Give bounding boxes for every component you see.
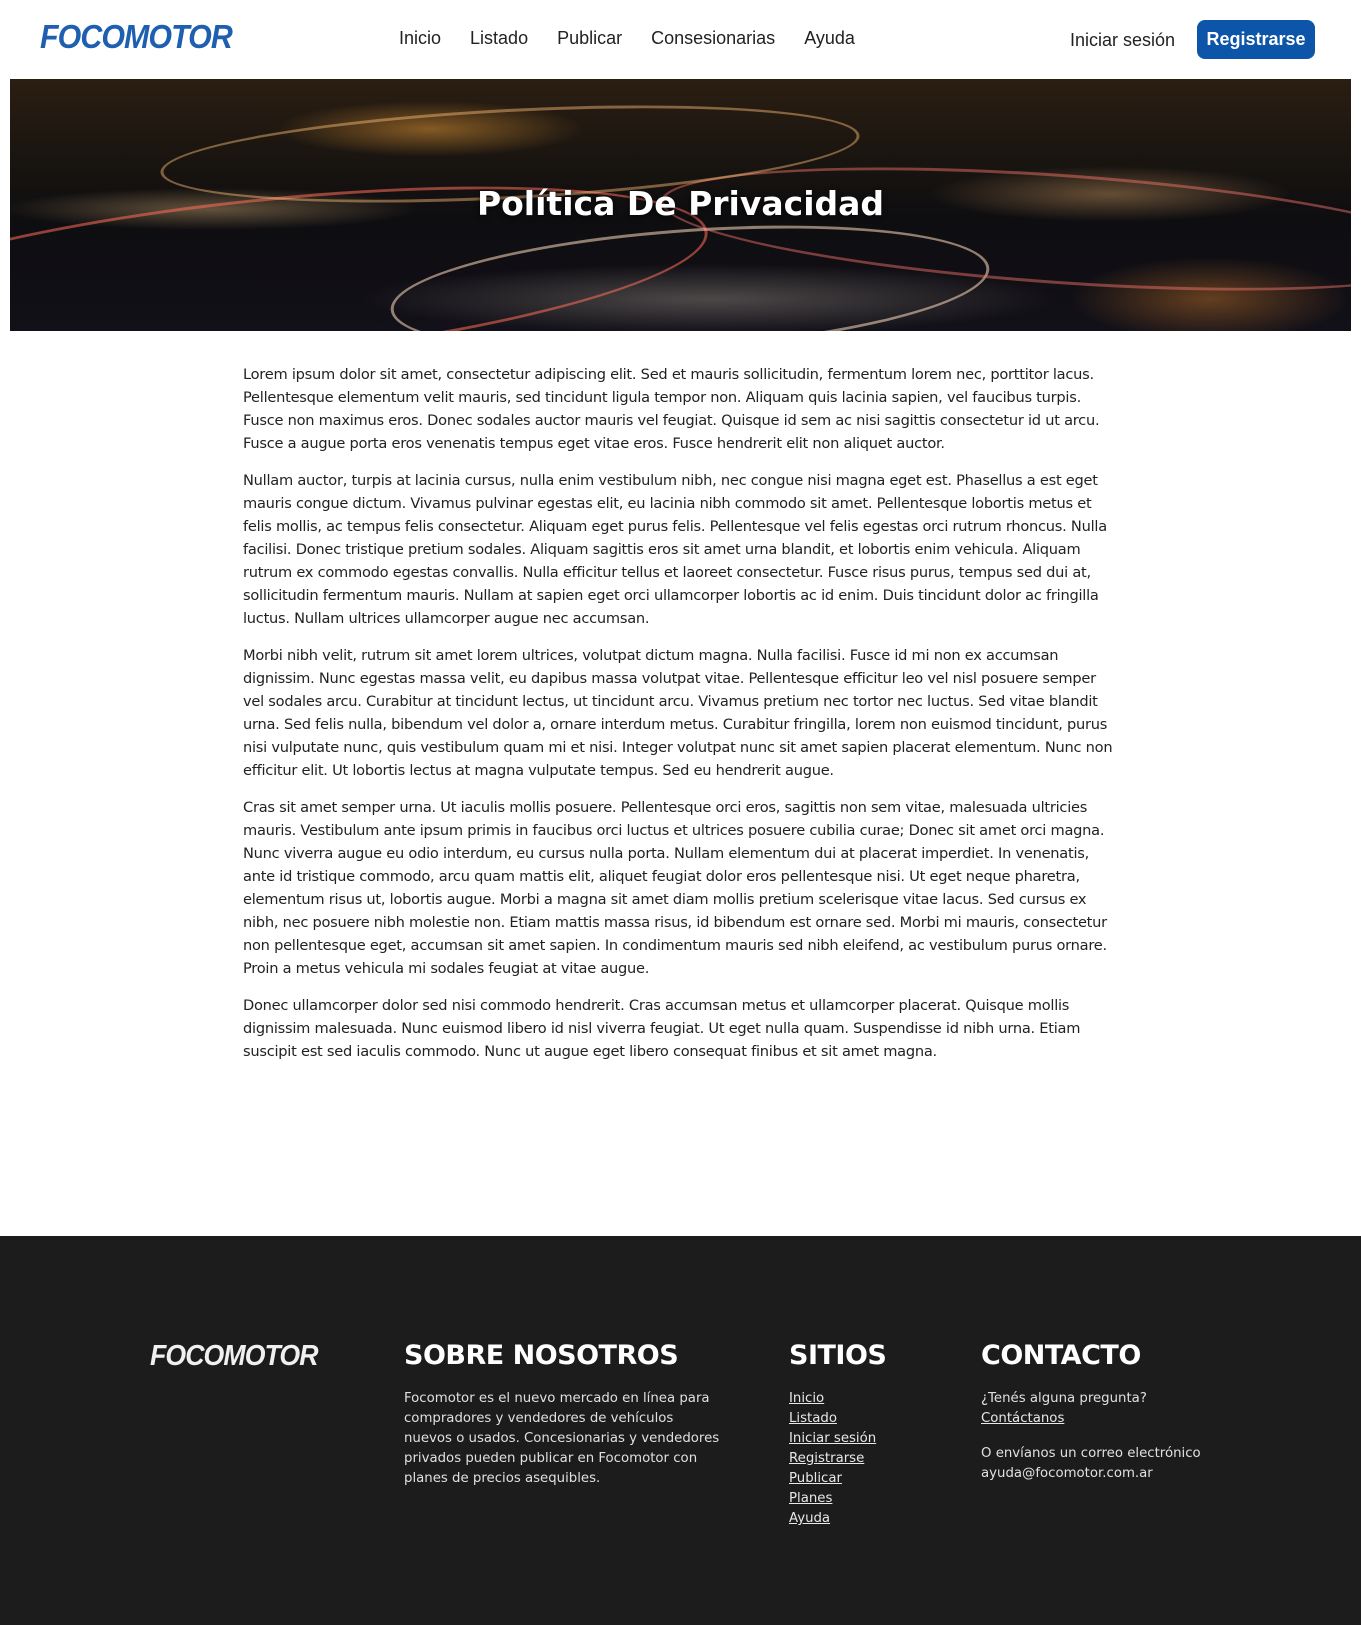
contact-question: ¿Tenés alguna pregunta?	[981, 1391, 1147, 1406]
nav-publicar[interactable]: Publicar	[557, 28, 622, 49]
policy-paragraph: Nullam auctor, turpis at lacinia cursus,…	[243, 472, 1107, 627]
policy-paragraph: Morbi nibh velit, rutrum sit amet lorem …	[243, 647, 1113, 779]
main-nav: Inicio Listado Publicar Consesionarias A…	[399, 28, 884, 49]
policy-paragraph: Cras sit amet semper urna. Ut iaculis mo…	[243, 799, 1107, 977]
about-text: Focomotor es el nuevo mercado en línea p…	[404, 1391, 720, 1486]
email-intro: O envíanos un correo electrónico	[981, 1446, 1201, 1461]
page-title: Política De Privacidad	[476, 184, 885, 223]
register-button[interactable]: Registrarse	[1197, 20, 1315, 59]
policy-paragraph: Lorem ipsum dolor sit amet, consectetur …	[243, 366, 1100, 452]
contact-title: CONTACTO	[981, 1340, 1141, 1371]
footer-sites: SITIOS Inicio Listado Iniciar sesión Reg…	[789, 1340, 929, 1529]
nav-inicio[interactable]: Inicio	[399, 28, 441, 49]
nav-listado[interactable]: Listado	[470, 28, 528, 49]
footer-contact: CONTACTO ¿Tenés alguna pregunta? Contáct…	[981, 1340, 1241, 1484]
nav-ayuda[interactable]: Ayuda	[804, 28, 855, 49]
about-title: SOBRE NOSOTROS	[404, 1340, 679, 1371]
nav-consesionarias[interactable]: Consesionarias	[651, 28, 775, 49]
footer-link-planes[interactable]: Planes	[789, 1489, 929, 1509]
site-header: FOCOMOTOR Inicio Listado Publicar Conses…	[0, 0, 1361, 79]
footer-link-registrarse[interactable]: Registrarse	[789, 1449, 929, 1469]
footer-link-inicio[interactable]: Inicio	[789, 1389, 929, 1409]
footer-link-iniciar-sesion[interactable]: Iniciar sesión	[789, 1429, 929, 1449]
sites-title: SITIOS	[789, 1340, 887, 1371]
footer-link-publicar[interactable]: Publicar	[789, 1469, 929, 1489]
policy-paragraph: Donec ullamcorper dolor sed nisi commodo…	[243, 997, 1081, 1060]
policy-content: Lorem ipsum dolor sit amet, consectetur …	[243, 363, 1120, 1077]
logo[interactable]: FOCOMOTOR	[40, 18, 233, 56]
contact-email[interactable]: ayuda@focomotor.com.ar	[981, 1464, 1241, 1484]
login-link[interactable]: Iniciar sesión	[1070, 30, 1175, 51]
site-footer: FOCOMOTOR SOBRE NOSOTROS Focomotor es el…	[0, 1236, 1361, 1625]
contact-link[interactable]: Contáctanos	[981, 1409, 1241, 1429]
footer-about: SOBRE NOSOTROS Focomotor es el nuevo mer…	[404, 1340, 724, 1489]
footer-logo[interactable]: FOCOMOTOR	[150, 1340, 319, 1373]
footer-link-listado[interactable]: Listado	[789, 1409, 929, 1429]
footer-link-ayuda[interactable]: Ayuda	[789, 1509, 929, 1529]
hero-banner: Política De Privacidad	[10, 79, 1351, 331]
